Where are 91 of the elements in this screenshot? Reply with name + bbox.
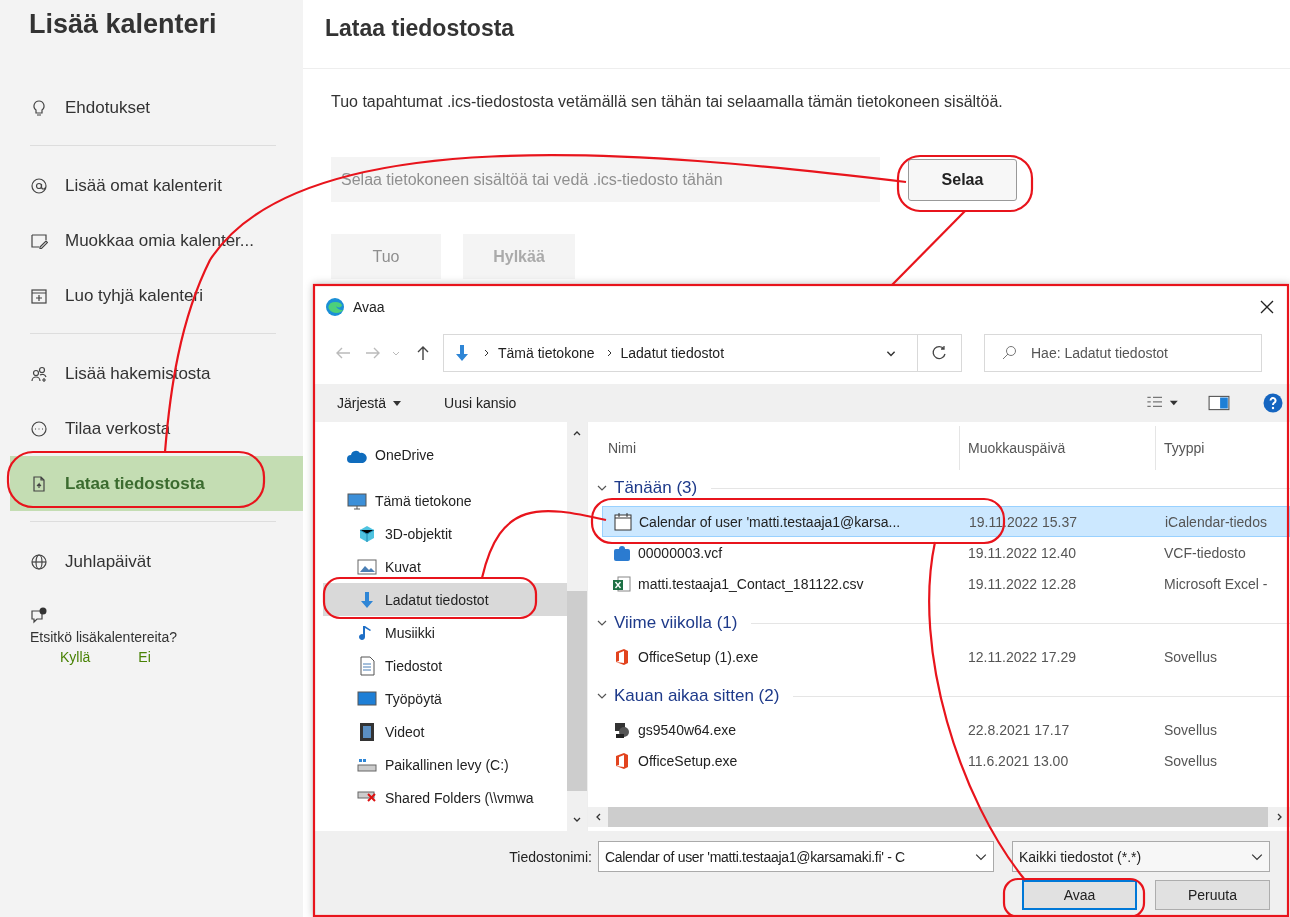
new-folder-button[interactable]: Uusi kansio — [444, 395, 517, 411]
file-name: OfficeSetup.exe — [638, 752, 738, 769]
search-field[interactable]: Hae: Ladatut tiedostot — [984, 334, 1262, 372]
folder-item[interactable]: Shared Folders (\\vmwa — [323, 781, 567, 814]
file-type: VCF-tiedosto — [1163, 544, 1247, 561]
film-icon — [357, 721, 377, 742]
file-date: 12.11.2022 17.29 — [967, 648, 1077, 665]
yes-link[interactable]: Kyllä — [60, 649, 91, 665]
search-input[interactable]: Hae: Ladatut tiedostot — [1029, 344, 1233, 362]
search-icon — [1001, 345, 1017, 361]
folder-item[interactable]: Videot — [323, 715, 567, 748]
file-name: gs9540w64.exe — [638, 721, 737, 738]
cancel-button[interactable]: Peruuta — [1155, 880, 1270, 910]
sidebar-item[interactable]: Ehdotukset — [10, 80, 303, 135]
group-header[interactable]: Tänään (3) — [614, 478, 698, 498]
desktop-icon — [357, 688, 377, 709]
file-row[interactable]: gs9540w64.exe 22.8.2021 17.17 Sovellus — [602, 714, 1290, 745]
folder-item[interactable]: Kuvat — [323, 550, 567, 583]
folder-item[interactable]: 3D-objektit — [323, 517, 567, 550]
no-link[interactable]: Ei — [138, 649, 151, 665]
file-type-dropdown[interactable]: Kaikki tiedostot (*.*) — [1012, 841, 1270, 872]
computer-icon — [347, 490, 367, 511]
browser-logo-icon — [325, 297, 345, 317]
file-field[interactable]: Selaa tietokoneen sisältöä tai vedä .ics-tiedosto tähän — [331, 157, 880, 202]
file-date: 19.11.2022 12.40 — [967, 544, 1077, 561]
file-date: 19.11.2022 12.28 — [967, 575, 1077, 592]
description: Tuo tapahtumat .ics-tiedostosta vetämällä sen tähän tai selaamalla tämän tietokoneen sisältöä. — [331, 93, 1004, 111]
file-row[interactable]: OfficeSetup.exe 11.6.2021 13.00 Sovellus — [602, 745, 1290, 776]
globe-icon — [30, 552, 48, 571]
file-name: OfficeSetup (1).exe — [638, 648, 759, 665]
edit-icon — [30, 231, 48, 250]
file-name: Calendar of user 'matti.testaaja1@karsa... — [639, 513, 901, 530]
file-icon — [30, 474, 48, 493]
caret-icon — [392, 398, 403, 408]
at-icon — [30, 176, 48, 195]
group-header[interactable]: Kauan aikaa sitten (2) — [614, 686, 780, 706]
feedback-prompt: Etsitkö lisäkalentereita? — [30, 629, 179, 645]
file-type: Sovellus — [1163, 752, 1218, 769]
scrollbar[interactable] — [588, 807, 1290, 827]
file-date: 22.8.2021 17.17 — [967, 721, 1071, 738]
up-arrow-icon[interactable] — [415, 345, 431, 361]
document-icon — [357, 655, 377, 676]
file-name: matti.testaaja1_Contact_181122.csv — [638, 575, 864, 592]
folder-item[interactable]: Musiikki — [323, 616, 567, 649]
folder-item[interactable]: OneDrive — [323, 440, 567, 484]
page-title: Lataa tiedostosta — [303, 0, 1290, 69]
address-bar[interactable]: Tämä tietokone Ladatut tiedostot — [443, 334, 918, 372]
folder-item[interactable]: Tämä tietokone — [323, 484, 567, 517]
organize-menu[interactable]: Järjestä — [337, 395, 403, 411]
column-header[interactable]: Muokkauspäivä — [960, 426, 1156, 470]
folder-item[interactable]: Työpöytä — [323, 682, 567, 715]
file-row[interactable]: OfficeSetup (1).exe 12.11.2022 17.29 Sovellus — [602, 641, 1290, 672]
filename-label: Tiedostonimi: — [509, 848, 592, 865]
file-type: Sovellus — [1163, 648, 1218, 665]
refresh-icon — [931, 345, 948, 361]
folder-item[interactable]: Tiedostot — [323, 649, 567, 682]
folder-item[interactable]: Paikallinen levy (C:) — [323, 748, 567, 781]
column-header[interactable]: Tyyppi — [1156, 426, 1290, 470]
browse-button[interactable]: Selaa — [908, 158, 1017, 201]
close-icon[interactable] — [1260, 300, 1274, 314]
help-icon[interactable] — [1262, 393, 1284, 413]
open-button[interactable]: Avaa — [1022, 880, 1137, 910]
spreadsheet-icon — [612, 573, 632, 594]
subscribe-icon — [30, 419, 48, 438]
file-date: 11.6.2021 13.00 — [967, 752, 1070, 769]
dialog-title: Avaa — [353, 299, 385, 315]
breadcrumb[interactable]: Tämä tietokone — [498, 345, 595, 361]
sidebar-item[interactable]: Lisää omat kalenterit — [10, 158, 303, 213]
filename-field[interactable]: Calendar of user 'matti.testaaja1@karsamaki.fi' - C — [598, 841, 994, 872]
sidebar-item[interactable]: Juhlapäivät — [10, 534, 303, 589]
sidebar-title: Lisää kalenteri — [29, 8, 218, 41]
picture-icon — [357, 556, 377, 577]
file-row[interactable]: 00000003.vcf 19.11.2022 12.40 VCF-tiedosto — [602, 537, 1290, 568]
sidebar-item[interactable]: Lataa tiedostosta — [10, 456, 303, 511]
cube-icon — [357, 523, 377, 544]
feedback-icon — [30, 607, 48, 625]
file-type: Microsoft Excel - — [1163, 575, 1269, 592]
people-icon — [30, 364, 48, 383]
column-header[interactable]: Nimi — [588, 426, 960, 470]
folder-item[interactable]: Ladatut tiedostot — [323, 583, 567, 616]
preview-pane-icon[interactable] — [1208, 393, 1230, 413]
file-name: 00000003.vcf — [638, 544, 723, 561]
group-header[interactable]: Viime viikolla (1) — [614, 613, 738, 633]
file-type: iCalendar-tiedos — [1164, 513, 1268, 530]
calendar-icon — [613, 511, 633, 532]
refresh-button[interactable] — [918, 334, 962, 372]
file-row[interactable]: matti.testaaja1_Contact_181122.csv 19.11.2022 12.28 Microsoft Excel - — [602, 568, 1290, 599]
breadcrumb[interactable]: Ladatut tiedostot — [620, 345, 725, 361]
calendar-icon — [30, 286, 48, 305]
file-type: Sovellus — [1163, 721, 1218, 738]
bulb-icon — [30, 98, 48, 117]
